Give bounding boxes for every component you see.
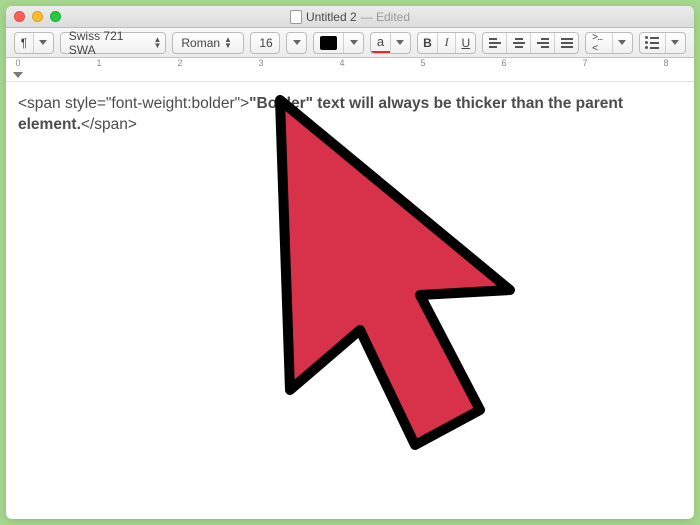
left-margin-marker[interactable]: [13, 72, 23, 78]
chevron-down-icon: [665, 33, 685, 53]
font-weight-group: B I U: [417, 32, 477, 54]
edited-indicator: — Edited: [361, 10, 410, 24]
align-left-button[interactable]: [483, 33, 506, 53]
window-title: Untitled 2 — Edited: [6, 6, 694, 27]
ruler-label: 5: [420, 58, 425, 68]
font-size-menu[interactable]: [286, 32, 307, 54]
alignment-group: [482, 32, 579, 54]
chevron-down-icon: [612, 33, 632, 53]
bold-button[interactable]: B: [418, 33, 437, 53]
stepper-icon: ▲▼: [224, 37, 232, 49]
font-family-value: Swiss 721 SWA: [69, 29, 150, 57]
ruler-label: 7: [582, 58, 587, 68]
chevron-down-icon: [287, 33, 306, 53]
align-justify-button[interactable]: [554, 33, 578, 53]
font-size-value: 16: [259, 36, 272, 50]
document-title-text: Untitled 2: [306, 10, 357, 24]
horizontal-ruler[interactable]: 0 1 2 3 4 5 6 7 8: [6, 58, 694, 82]
italic-button[interactable]: I: [437, 33, 455, 53]
font-style-select[interactable]: Roman ▲▼: [172, 32, 244, 54]
paragraph-style-button[interactable]: ¶: [14, 32, 54, 54]
document-icon: [290, 10, 302, 24]
align-left-icon: [489, 38, 501, 48]
spacing-icon: >...<: [586, 33, 612, 53]
ruler-label: 1: [96, 58, 101, 68]
line-spacing-button[interactable]: >...<: [585, 32, 633, 54]
font-size-field[interactable]: 16: [250, 32, 280, 54]
text-style-button[interactable]: a: [370, 32, 410, 54]
formatting-toolbar: ¶ Swiss 721 SWA ▲▼ Roman ▲▼ 16 a B I: [6, 28, 694, 58]
chevron-down-icon: [33, 33, 53, 53]
code-open-tag: <span style="font-weight:bolder">: [18, 95, 249, 112]
align-right-icon: [537, 38, 549, 48]
ruler-label: 0: [15, 58, 20, 68]
minimize-icon[interactable]: [32, 11, 43, 22]
bold-text-line1: "Bolder" text will always be thicker tha…: [249, 95, 623, 112]
list-style-button[interactable]: [639, 32, 686, 54]
font-family-select[interactable]: Swiss 721 SWA ▲▼: [60, 32, 167, 54]
ruler-label: 6: [501, 58, 506, 68]
align-center-button[interactable]: [506, 33, 530, 53]
stepper-icon: ▲▼: [153, 37, 161, 49]
ruler-label: 8: [663, 58, 668, 68]
close-icon[interactable]: [14, 11, 25, 22]
zoom-icon[interactable]: [50, 11, 61, 22]
titlebar: Untitled 2 — Edited: [6, 6, 694, 28]
code-close-tag: </span>: [81, 116, 137, 133]
app-window: Untitled 2 — Edited ¶ Swiss 721 SWA ▲▼ R…: [6, 6, 694, 519]
chevron-down-icon: [390, 33, 410, 53]
align-justify-icon: [561, 38, 573, 48]
pilcrow-icon: ¶: [15, 33, 33, 53]
align-center-icon: [513, 38, 525, 48]
bold-text-line2: element.: [18, 116, 81, 133]
ruler-label: 3: [258, 58, 263, 68]
ruler-label: 4: [339, 58, 344, 68]
font-style-value: Roman: [181, 36, 220, 50]
document-body[interactable]: <span style="font-weight:bolder">"Bolder…: [6, 82, 694, 519]
underline-button[interactable]: U: [455, 33, 475, 53]
text-color-button[interactable]: [313, 32, 364, 54]
ruler-label: 2: [177, 58, 182, 68]
text-color-a-icon: a: [371, 33, 389, 53]
list-icon: [640, 33, 665, 53]
chevron-down-icon: [343, 33, 363, 53]
color-swatch-icon: [320, 36, 336, 50]
window-controls: [6, 11, 61, 22]
align-right-button[interactable]: [530, 33, 554, 53]
